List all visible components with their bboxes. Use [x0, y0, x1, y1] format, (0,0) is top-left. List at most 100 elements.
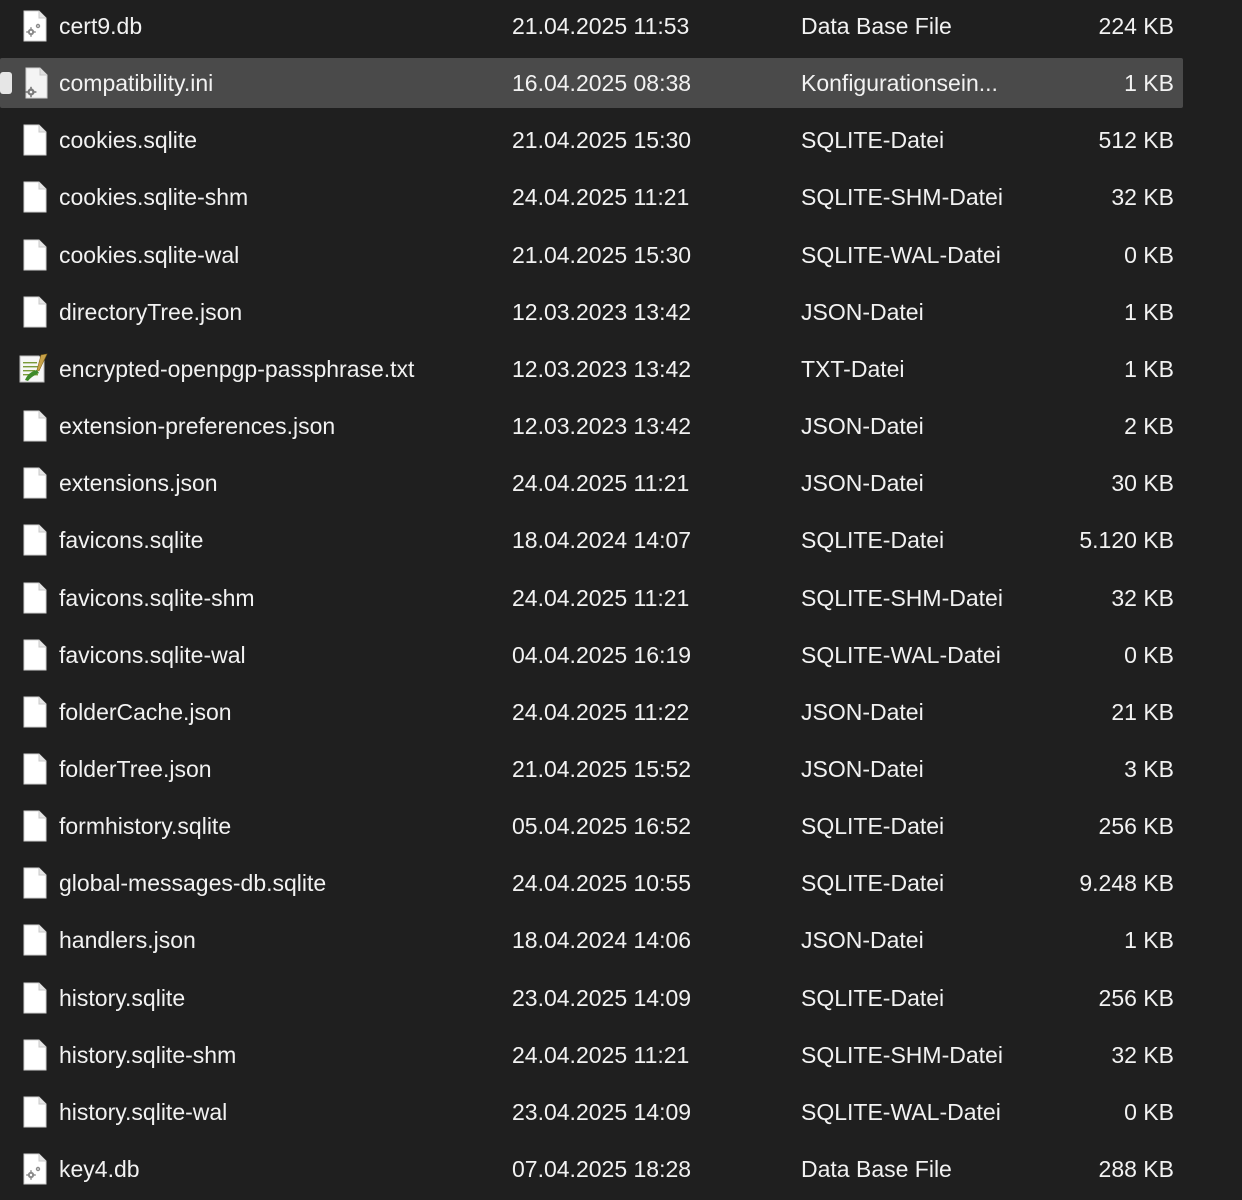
- file-name: extensions.json: [59, 470, 218, 497]
- file-name: cookies.sqlite-wal: [59, 241, 240, 268]
- file-name: favicons.sqlite: [59, 527, 204, 554]
- file-date-modified: 21.04.2025 15:30: [512, 127, 692, 154]
- file-date-modified: 12.03.2023 13:42: [512, 298, 692, 325]
- file-date-modified: 21.04.2025 11:53: [512, 13, 690, 39]
- file-row[interactable]: history.sqlite-shm 24.04.2025 11:21 SQLITE…: [0, 1030, 1183, 1080]
- file-date-modified: 12.03.2023 13:42: [512, 355, 692, 382]
- file-row[interactable]: favicons.sqlite-shm 24.04.2025 11:21 SQLIT…: [0, 573, 1183, 623]
- file-name: cookies.sqlite: [59, 127, 198, 154]
- file-date-modified: 05.04.2025 16:52: [512, 813, 692, 840]
- blank-file-icon: [22, 524, 48, 556]
- file-row[interactable]: global-messages-db.sqlite 24.04.2025 10:5…: [0, 858, 1183, 908]
- file-size: 5.120 KB: [1079, 527, 1174, 554]
- file-size: 288 KB: [1098, 1156, 1174, 1182]
- text-editor-file-icon: [19, 353, 49, 385]
- file-name: encrypted-openpgp-passphrase.txt: [59, 355, 415, 382]
- file-date-modified: 24.04.2025 10:55: [512, 870, 692, 897]
- blank-file-icon: [22, 696, 48, 728]
- file-size: 32 KB: [1111, 584, 1174, 611]
- file-row[interactable]: extension-preferences.json 12.03.2023 13:…: [0, 401, 1183, 451]
- file-name: directoryTree.json: [59, 298, 243, 325]
- file-row[interactable]: extensions.json 24.04.2025 11:21 JSON-Date…: [0, 458, 1183, 508]
- file-name: folderTree.json: [59, 755, 212, 782]
- file-row[interactable]: cert9.db 21.04.2025 11:53 Data Base File 22…: [0, 1, 1183, 51]
- file-size: 32 KB: [1111, 184, 1174, 211]
- file-row[interactable]: cookies.sqlite 21.04.2025 15:30 SQLITE-Dat…: [0, 115, 1183, 165]
- file-size: 32 KB: [1111, 1041, 1174, 1068]
- selection-checkbox[interactable]: [0, 72, 12, 95]
- blank-file-icon: [22, 810, 48, 842]
- file-size: 0 KB: [1124, 1098, 1174, 1125]
- file-row[interactable]: favicons.sqlite-wal 04.04.2025 16:19 SQLIT…: [0, 630, 1183, 680]
- file-size: 2 KB: [1124, 413, 1174, 440]
- blank-file-icon: [22, 467, 48, 499]
- blank-file-icon: [22, 239, 48, 271]
- blank-file-icon: [22, 1039, 48, 1071]
- file-row[interactable]: cookies.sqlite-shm 24.04.2025 11:21 SQLITE…: [0, 172, 1183, 222]
- file-date-modified: 21.04.2025 15:52: [512, 755, 692, 782]
- blank-file-icon: [22, 1096, 48, 1128]
- file-date-modified: 24.04.2025 11:21: [512, 1041, 690, 1068]
- file-name: history.sqlite-shm: [59, 1041, 237, 1068]
- file-date-modified: 24.04.2025 11:22: [512, 698, 690, 725]
- file-name: favicons.sqlite-shm: [59, 584, 255, 611]
- file-size: 1 KB: [1124, 70, 1174, 97]
- file-size: 224 KB: [1098, 13, 1174, 39]
- file-date-modified: 23.04.2025 14:09: [512, 984, 692, 1011]
- file-row[interactable]: history.sqlite 23.04.2025 14:09 SQLITE-Dat…: [0, 973, 1183, 1023]
- file-date-modified: 24.04.2025 11:21: [512, 584, 690, 611]
- file-name: history.sqlite-wal: [59, 1098, 228, 1125]
- file-name: cert9.db: [59, 13, 143, 39]
- blank-file-icon: [22, 639, 48, 671]
- file-row[interactable]: cookies.sqlite-wal 21.04.2025 15:30 SQLITE…: [0, 230, 1183, 280]
- file-size: 3 KB: [1124, 755, 1174, 782]
- file-row[interactable]: favicons.sqlite 18.04.2024 14:07 SQLITE-Da…: [0, 515, 1183, 565]
- file-size: 512 KB: [1098, 127, 1174, 154]
- file-name: history.sqlite: [59, 984, 186, 1011]
- file-name: handlers.json: [59, 927, 196, 954]
- blank-file-icon: [22, 296, 48, 328]
- file-date-modified: 04.04.2025 16:19: [512, 641, 692, 668]
- file-size: 1 KB: [1124, 355, 1174, 382]
- file-size: 0 KB: [1124, 641, 1174, 668]
- file-size: 1 KB: [1124, 298, 1174, 325]
- file-date-modified: 23.04.2025 14:09: [512, 1098, 692, 1125]
- file-size: 0 KB: [1124, 241, 1174, 268]
- database-file-icon: [22, 1153, 48, 1185]
- file-row[interactable]: history.sqlite-wal 23.04.2025 14:09 SQLITE…: [0, 1087, 1183, 1137]
- file-size: 256 KB: [1098, 813, 1174, 840]
- file-row[interactable]: compatibility.ini 16.04.2025 08:38 Konfigu…: [0, 58, 1183, 109]
- file-date-modified: 24.04.2025 11:21: [512, 470, 690, 497]
- file-row[interactable]: formhistory.sqlite 05.04.2025 16:52 SQLITE…: [0, 801, 1183, 851]
- file-name: favicons.sqlite-wal: [59, 641, 246, 668]
- file-name: compatibility.ini: [59, 70, 214, 97]
- file-size: 21 KB: [1111, 698, 1174, 725]
- file-row[interactable]: handlers.json 18.04.2024 14:06 JSON-Datei 1…: [0, 915, 1183, 965]
- file-name: extension-preferences.json: [59, 413, 336, 440]
- file-date-modified: 07.04.2025 18:28: [512, 1156, 692, 1182]
- blank-file-icon: [22, 124, 48, 156]
- file-date-modified: 21.04.2025 15:30: [512, 241, 692, 268]
- file-name: key4.db: [59, 1156, 140, 1182]
- blank-file-icon: [22, 867, 48, 899]
- file-size: 1 KB: [1124, 927, 1174, 954]
- file-row[interactable]: folderCache.json 24.04.2025 11:22 JSON-Dat…: [0, 687, 1183, 737]
- file-row[interactable]: folderTree.json 21.04.2025 15:52 JSON-Date…: [0, 744, 1183, 794]
- file-row[interactable]: directoryTree.json 12.03.2023 13:42 JSON-D…: [0, 287, 1183, 337]
- file-size: 30 KB: [1111, 470, 1174, 497]
- file-name: folderCache.json: [59, 698, 232, 725]
- file-name: formhistory.sqlite: [59, 813, 232, 840]
- file-list: cert9.db 21.04.2025 11:53 Data Base File 22…: [0, 0, 1242, 1200]
- settings-file-icon: [22, 67, 48, 99]
- file-row[interactable]: encrypted-openpgp-passphrase.txt 12.03.20…: [0, 344, 1183, 394]
- blank-file-icon: [22, 410, 48, 442]
- blank-file-icon: [22, 582, 48, 614]
- blank-file-icon: [22, 982, 48, 1014]
- file-date-modified: 18.04.2024 14:06: [512, 927, 692, 954]
- file-date-modified: 12.03.2023 13:42: [512, 413, 692, 440]
- file-date-modified: 24.04.2025 11:21: [512, 184, 690, 211]
- file-size: 256 KB: [1098, 984, 1174, 1011]
- file-name: global-messages-db.sqlite: [59, 870, 327, 897]
- file-size: 9.248 KB: [1079, 870, 1174, 897]
- file-row[interactable]: key4.db 07.04.2025 18:28 Data Base File 288…: [0, 1144, 1183, 1194]
